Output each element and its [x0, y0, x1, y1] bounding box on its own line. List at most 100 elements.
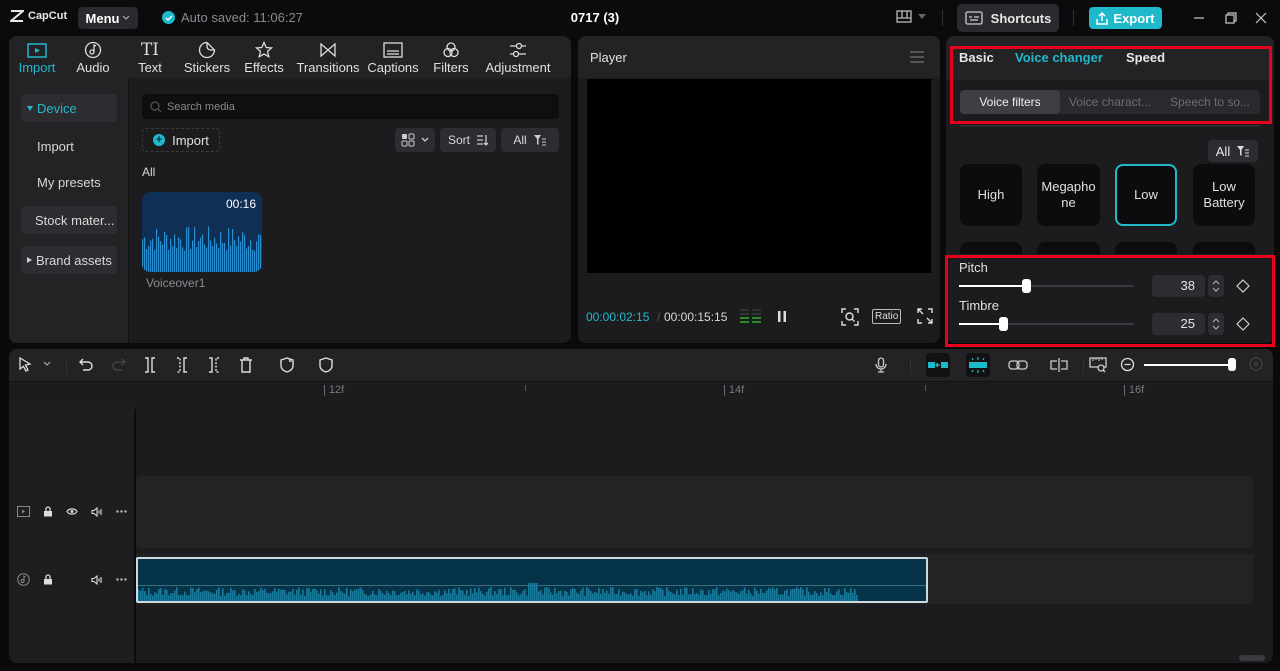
redo-button[interactable]: [112, 357, 126, 371]
voice-filter-category-button[interactable]: All: [1208, 140, 1258, 162]
timeline-ruler[interactable]: | 12f | 14f | 16f: [9, 383, 1273, 407]
timbre-slider[interactable]: [959, 317, 1134, 331]
ratio-button[interactable]: Ratio: [872, 309, 902, 324]
pause-button[interactable]: [777, 310, 787, 323]
sidebar-item-my-presets[interactable]: My presets: [21, 168, 117, 196]
tab-filters[interactable]: Filters: [423, 36, 479, 78]
mark-button[interactable]: [319, 357, 333, 373]
restore-button[interactable]: [1222, 9, 1240, 27]
track-more-button[interactable]: [116, 510, 127, 513]
select-tool-button[interactable]: [18, 357, 34, 373]
track-more-button[interactable]: [116, 578, 127, 581]
search-input[interactable]: [167, 100, 547, 113]
sidebar-item-stock-material[interactable]: Stock mater...: [21, 206, 117, 234]
media-item-thumbnail[interactable]: 00:16: [142, 192, 262, 272]
subtab-speech-to-song[interactable]: Speech to so...: [1160, 90, 1260, 114]
select-tool-dropdown[interactable]: [43, 361, 51, 367]
tab-text[interactable]: TI Text: [121, 36, 179, 78]
subtab-voice-characters[interactable]: Voice charact...: [1060, 90, 1160, 114]
tab-voice-changer[interactable]: Voice changer: [1015, 50, 1103, 65]
subtab-voice-filters[interactable]: Voice filters: [960, 90, 1060, 114]
waveform-bar: [624, 592, 626, 601]
pitch-slider[interactable]: [959, 279, 1134, 293]
sort-button[interactable]: Sort: [440, 128, 496, 152]
tab-label: Stickers: [183, 60, 231, 75]
waveform-bar: [792, 588, 794, 601]
delete-right-button[interactable]: [207, 357, 221, 373]
voice-filter-low[interactable]: Low: [1115, 164, 1177, 226]
export-button[interactable]: Export: [1089, 7, 1162, 29]
tab-stickers[interactable]: Stickers: [179, 36, 235, 78]
sidebar-item-device[interactable]: Device: [21, 94, 117, 122]
pitch-stepper[interactable]: [1208, 275, 1224, 297]
pitch-value[interactable]: 38: [1152, 275, 1205, 297]
pitch-keyframe-button[interactable]: [1236, 279, 1250, 293]
fit-zoom-button[interactable]: [841, 308, 859, 326]
filter-button[interactable]: All: [501, 128, 559, 152]
fullscreen-button[interactable]: [917, 308, 933, 324]
media-panel: Import Audio TI Text Stickers Effects Tr…: [9, 36, 571, 343]
lock-track-button[interactable]: [43, 574, 53, 585]
mute-track-button[interactable]: [91, 506, 103, 517]
preview-axis-button[interactable]: [1049, 357, 1069, 373]
tab-basic[interactable]: Basic: [959, 50, 994, 65]
sidebar-item-import[interactable]: Import: [21, 132, 117, 160]
ai-shield-icon: [280, 357, 294, 373]
tab-speed[interactable]: Speed: [1126, 50, 1165, 65]
waveform-bar: [830, 593, 832, 601]
waveform-bar: [182, 595, 184, 601]
voice-filter-low-battery[interactable]: Low Battery: [1193, 164, 1255, 226]
main-track-magnet-button[interactable]: [926, 353, 950, 377]
mute-track-button[interactable]: [91, 574, 103, 585]
divider: [1073, 10, 1074, 26]
menu-button[interactable]: Menu: [78, 7, 138, 29]
tab-import[interactable]: Import: [9, 36, 65, 78]
import-button[interactable]: + Import: [142, 128, 220, 152]
video-track-row[interactable]: [136, 476, 1253, 548]
record-voiceover-button[interactable]: [875, 357, 887, 373]
minimize-button[interactable]: [1190, 9, 1208, 27]
timbre-keyframe-button[interactable]: [1236, 317, 1250, 331]
zoom-in-button[interactable]: [1249, 357, 1263, 371]
tab-captions[interactable]: Captions: [363, 36, 423, 78]
link-button[interactable]: [1008, 359, 1028, 371]
toggle-visibility-button[interactable]: [66, 507, 78, 516]
tab-audio[interactable]: Audio: [65, 36, 121, 78]
delete-button[interactable]: [239, 357, 253, 373]
timbre-stepper[interactable]: [1208, 313, 1224, 335]
zoom-out-button[interactable]: [1120, 357, 1135, 372]
split-button[interactable]: [143, 357, 157, 373]
divider: [910, 358, 911, 374]
waveform-bar: [552, 594, 554, 601]
timeline-zoom-slider[interactable]: [1144, 364, 1233, 366]
timbre-value[interactable]: 25: [1152, 313, 1205, 335]
slider-handle[interactable]: [998, 317, 1008, 331]
search-box[interactable]: [142, 94, 559, 119]
sidebar-item-brand-assets[interactable]: Brand assets: [21, 246, 117, 274]
undo-button[interactable]: [79, 357, 93, 371]
slider-handle[interactable]: [1021, 279, 1031, 293]
ai-mark-button[interactable]: [279, 357, 295, 373]
shortcuts-button[interactable]: Shortcuts: [957, 4, 1059, 32]
video-preview[interactable]: [587, 79, 931, 273]
delete-left-button[interactable]: [175, 357, 189, 373]
zoom-slider-handle[interactable]: [1228, 358, 1237, 371]
tab-adjustment[interactable]: Adjustment: [479, 36, 557, 78]
waveform-bar: [818, 595, 820, 601]
lock-track-button[interactable]: [43, 506, 53, 517]
audio-clip-voiceover1[interactable]: [136, 557, 928, 603]
view-mode-button[interactable]: [395, 128, 435, 152]
tab-effects[interactable]: Effects: [235, 36, 293, 78]
player-menu-button[interactable]: [910, 51, 924, 63]
waveform-bar: [478, 587, 480, 601]
close-button[interactable]: [1252, 9, 1270, 27]
waveform-bar: [772, 587, 774, 601]
zoom-to-fit-button[interactable]: [1089, 357, 1107, 373]
auto-snap-button[interactable]: [966, 353, 990, 377]
waveform-bar: [662, 589, 664, 601]
voice-filter-megaphone[interactable]: Megapho ne: [1037, 164, 1100, 226]
voice-filter-high[interactable]: High: [960, 164, 1022, 226]
layout-button[interactable]: [896, 10, 926, 23]
timeline-horizontal-scrollbar[interactable]: [1239, 655, 1265, 661]
tab-transitions[interactable]: Transitions: [293, 36, 363, 78]
